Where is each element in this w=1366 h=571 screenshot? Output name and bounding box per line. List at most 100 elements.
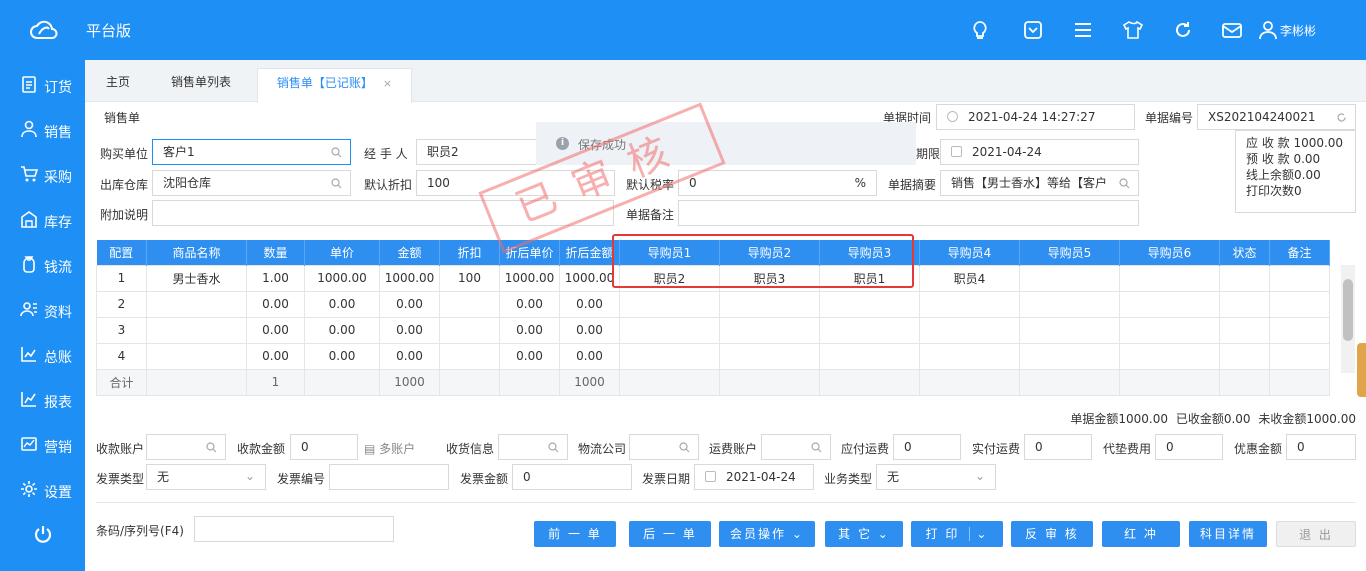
table-cell[interactable]: 职员4 — [919, 264, 1020, 292]
table-cell[interactable]: 0.00 — [559, 290, 620, 318]
table-cell[interactable] — [1219, 290, 1270, 318]
barcode-input[interactable] — [194, 516, 394, 542]
table-cell[interactable] — [1019, 316, 1120, 344]
menu-icon[interactable] — [1073, 20, 1093, 40]
table-cell[interactable] — [439, 342, 500, 370]
table-cell[interactable]: 0.00 — [246, 316, 305, 344]
side-handle[interactable] — [1357, 343, 1366, 397]
red-reverse-button[interactable]: 红 冲 — [1102, 521, 1180, 547]
table-cell[interactable] — [919, 342, 1020, 370]
freight-account-field[interactable] — [761, 434, 831, 460]
table-cell[interactable]: 4 — [96, 342, 147, 370]
table-cell[interactable] — [819, 290, 920, 318]
summary-field[interactable]: 销售【男士香水】等给【客户 — [940, 170, 1139, 196]
search-icon[interactable] — [331, 178, 342, 189]
table-row[interactable]: 4 0.00 0.00 0.00 0.00 0.00 — [96, 342, 1330, 370]
table-cell[interactable]: 0.00 — [559, 316, 620, 344]
table-cell[interactable]: 1 — [96, 264, 147, 292]
table-cell[interactable]: 0.00 — [499, 290, 560, 318]
table-cell[interactable]: 1000.00 — [559, 264, 620, 292]
table-cell[interactable]: 0.00 — [246, 342, 305, 370]
table-cell[interactable] — [819, 342, 920, 370]
table-cell[interactable] — [1219, 316, 1270, 344]
table-cell[interactable]: 0.00 — [379, 290, 440, 318]
column-header[interactable]: 导购员5 — [1019, 240, 1120, 265]
tax-field[interactable]: 0% — [678, 170, 877, 196]
table-cell[interactable]: 1000.00 — [499, 264, 560, 292]
ship-field[interactable] — [498, 434, 568, 460]
handler-field[interactable]: 职员2 — [416, 139, 537, 165]
table-cell[interactable]: 0.00 — [499, 342, 560, 370]
table-cell[interactable] — [1019, 264, 1120, 292]
invoice-amount-field[interactable]: 0 — [512, 464, 632, 490]
sidebar-item-purchase[interactable]: 采购 — [0, 160, 85, 190]
table-cell[interactable]: 1000.00 — [304, 264, 380, 292]
table-cell[interactable]: 100 — [439, 264, 500, 292]
table-cell[interactable] — [919, 290, 1020, 318]
advance-field[interactable]: 0 — [1155, 434, 1223, 460]
multi-account-toggle[interactable]: ▤ 多账户 — [364, 440, 415, 457]
invoice-no-field[interactable] — [329, 464, 449, 490]
table-cell[interactable]: 0.00 — [379, 342, 440, 370]
table-cell[interactable] — [146, 290, 247, 318]
mail-icon[interactable] — [1222, 20, 1242, 40]
table-cell[interactable] — [919, 316, 1020, 344]
table-cell[interactable]: 1000.00 — [379, 264, 440, 292]
search-icon[interactable] — [548, 442, 559, 453]
table-scrollbar[interactable] — [1341, 265, 1355, 373]
table-cell[interactable]: 男士香水 — [146, 264, 247, 292]
table-cell[interactable] — [1219, 342, 1270, 370]
table-cell[interactable] — [719, 342, 820, 370]
exit-button[interactable]: 退 出 — [1276, 521, 1356, 547]
biz-type-select[interactable]: 无 — [876, 464, 996, 490]
doc-time-field[interactable]: 2021-04-24 14:27:27 — [936, 104, 1135, 130]
table-cell[interactable]: 3 — [96, 316, 147, 344]
buyer-field[interactable]: 客户1 — [152, 139, 351, 165]
table-cell[interactable] — [1269, 342, 1330, 370]
tab-home[interactable]: 主页 — [92, 68, 144, 102]
pay-amount-field[interactable]: 0 — [290, 434, 358, 460]
sidebar-item-order[interactable]: 订货 — [0, 70, 85, 100]
column-header[interactable]: 导购员6 — [1119, 240, 1220, 265]
discount-amount-field[interactable]: 0 — [1286, 434, 1356, 460]
logistics-field[interactable] — [629, 434, 699, 460]
table-cell[interactable] — [1269, 316, 1330, 344]
table-cell[interactable] — [619, 290, 720, 318]
shirt-icon[interactable] — [1123, 20, 1143, 40]
sidebar-item-marketing[interactable]: 营销 — [0, 430, 85, 460]
close-icon[interactable]: × — [383, 77, 392, 90]
dropdown-box-icon[interactable] — [1023, 20, 1043, 40]
refresh-icon[interactable] — [1173, 20, 1193, 40]
unapprove-button[interactable]: 反 审 核 — [1011, 521, 1093, 547]
sidebar-item-data[interactable]: 资料 — [0, 295, 85, 325]
table-cell[interactable]: 1.00 — [246, 264, 305, 292]
column-header[interactable]: 单价 — [304, 240, 380, 265]
table-cell[interactable]: 0.00 — [304, 290, 380, 318]
warehouse-field[interactable]: 沈阳仓库 — [152, 170, 351, 196]
table-cell[interactable] — [619, 316, 720, 344]
table-cell[interactable]: 0.00 — [379, 316, 440, 344]
table-cell[interactable] — [819, 316, 920, 344]
table-cell[interactable]: 2 — [96, 290, 147, 318]
user-name[interactable]: 李彬彬 — [1280, 22, 1316, 39]
pay-account-field[interactable] — [146, 434, 226, 460]
account-details-button[interactable]: 科目详情 — [1189, 521, 1267, 547]
invoice-type-select[interactable]: 无 — [146, 464, 266, 490]
tab-sales-list[interactable]: 销售单列表 — [149, 68, 253, 102]
table-cell[interactable]: 0.00 — [499, 316, 560, 344]
member-ops-button[interactable]: 会员操作 ⌄ — [719, 521, 815, 547]
deadline-field[interactable]: 2021-04-24 — [940, 139, 1139, 165]
table-cell[interactable] — [719, 316, 820, 344]
scroll-thumb[interactable] — [1343, 279, 1353, 341]
table-row[interactable]: 3 0.00 0.00 0.00 0.00 0.00 — [96, 316, 1330, 344]
column-header[interactable]: 状态 — [1219, 240, 1270, 265]
refresh-icon[interactable] — [1336, 112, 1347, 123]
sidebar-item-reports[interactable]: 报表 — [0, 385, 85, 415]
sidebar-item-ledger[interactable]: 总账 — [0, 340, 85, 370]
power-icon[interactable] — [33, 524, 53, 544]
sidebar-item-settings[interactable]: 设置 — [0, 475, 85, 505]
tab-sales-order[interactable]: 销售单【已记账】 × — [257, 68, 412, 103]
table-cell[interactable] — [1019, 290, 1120, 318]
table-cell[interactable] — [146, 316, 247, 344]
next-order-button[interactable]: 后 一 单 — [629, 521, 711, 547]
